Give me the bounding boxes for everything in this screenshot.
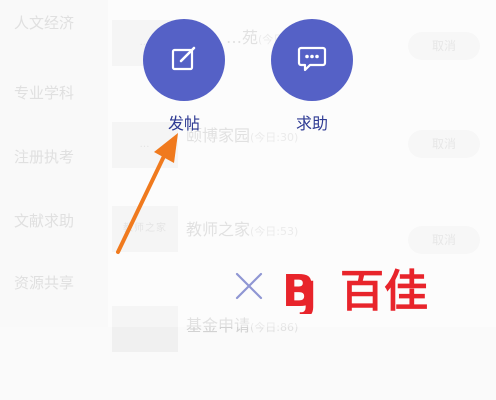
brand-logo: B J 百佳 [282, 260, 470, 320]
svg-text:J: J [299, 274, 317, 314]
svg-text:百佳: 百佳 [340, 266, 428, 314]
